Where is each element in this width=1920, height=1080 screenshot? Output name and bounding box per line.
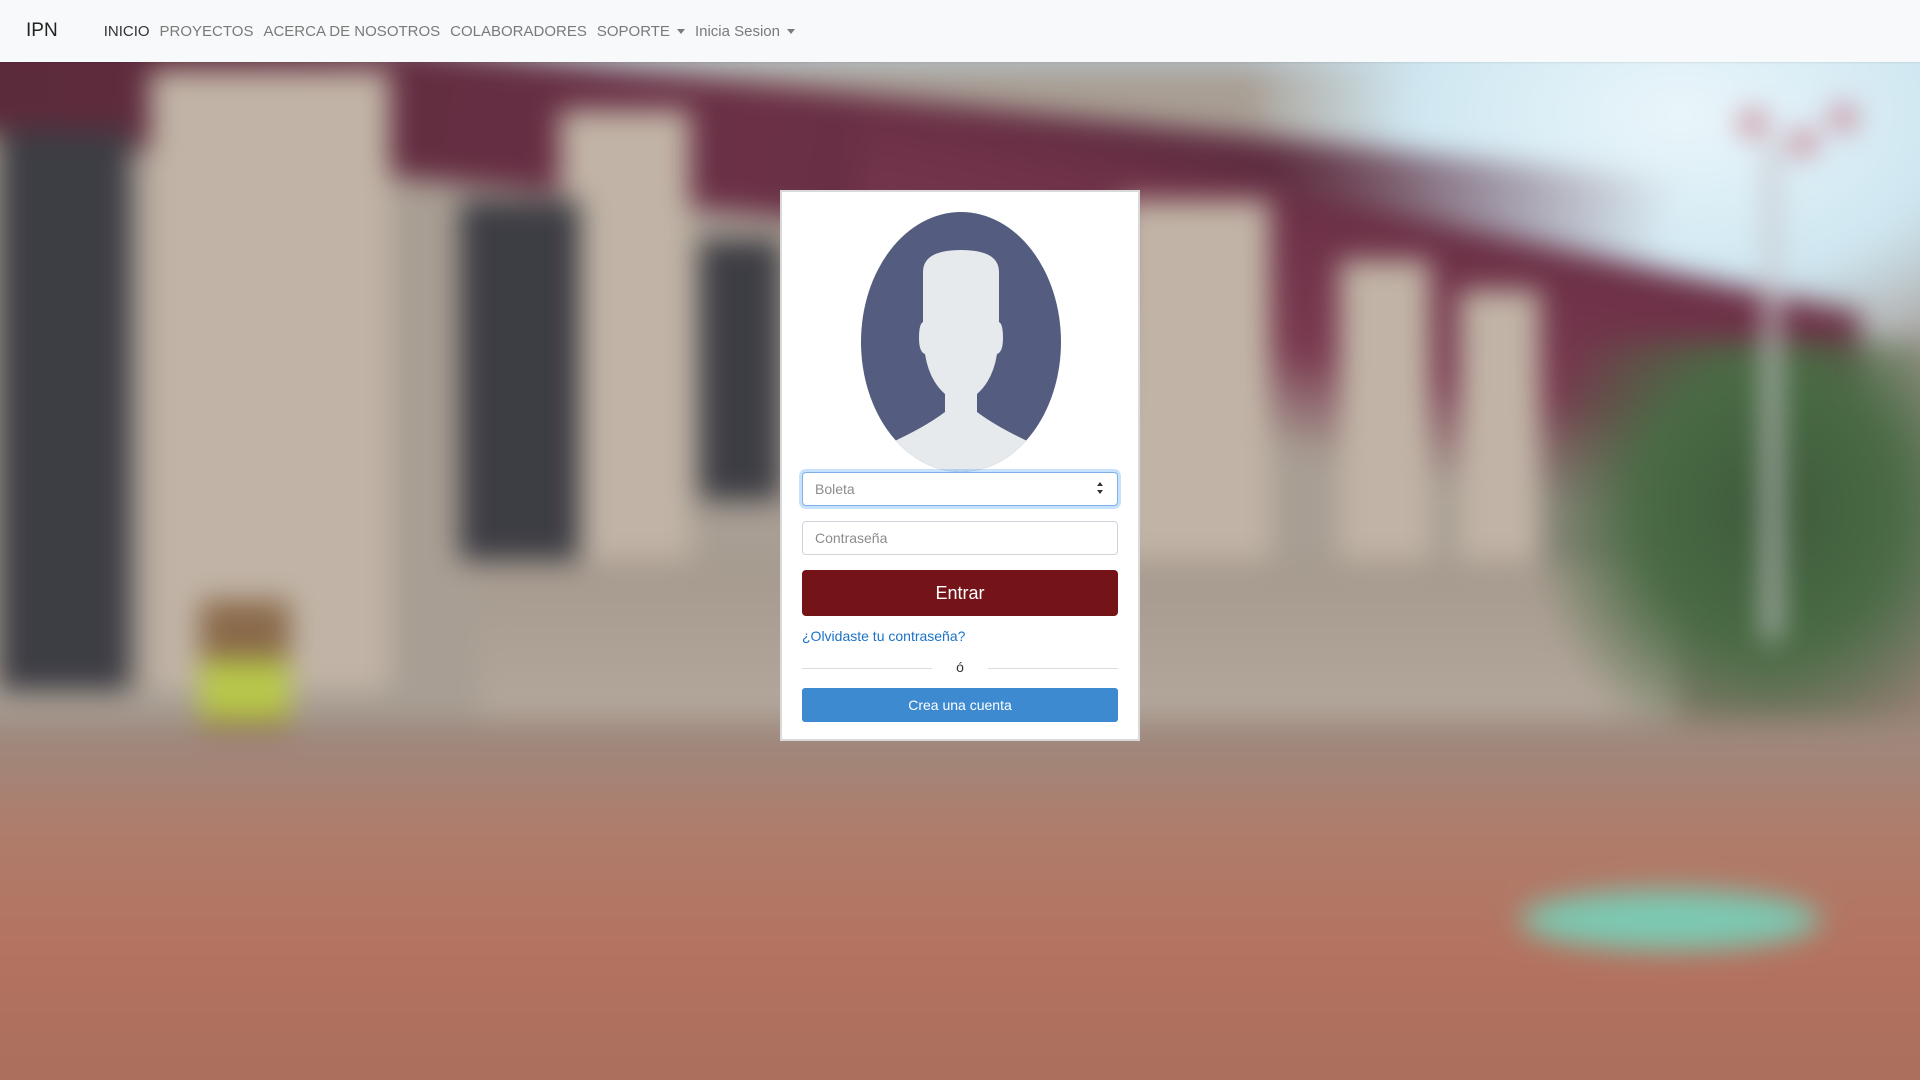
- divider-line-right: [988, 668, 1118, 669]
- nav-acerca[interactable]: ACERCA DE NOSOTROS: [263, 23, 440, 40]
- nav-colaboradores[interactable]: COLABORADORES: [450, 23, 587, 40]
- forgot-password-link[interactable]: ¿Olvidaste tu contraseña?: [802, 628, 965, 644]
- nav-soporte-label: SOPORTE: [596, 22, 670, 40]
- nav-colaboradores-label: COLABORADORES: [450, 22, 587, 40]
- caret-down-icon: [787, 28, 795, 34]
- nav-inicia-sesion-label: Inicia Sesion: [694, 22, 780, 40]
- enter-button[interactable]: Entrar: [802, 570, 1118, 616]
- nav-proyectos-label: PROYECTOS: [159, 22, 254, 40]
- divider-text: ó: [956, 659, 964, 675]
- nav-acerca-label: ACERCA DE NOSOTROS: [263, 22, 441, 40]
- create-account-button[interactable]: Crea una cuenta: [802, 688, 1118, 722]
- nav-inicio[interactable]: INICIO: [104, 23, 150, 40]
- boleta-input[interactable]: [802, 472, 1118, 506]
- top-navbar: IPN INICIO PROYECTOS ACERCA DE NOSOTROS …: [0, 0, 1920, 62]
- nav-inicio-label: INICIO: [103, 22, 150, 40]
- nav-inicia-sesion-dropdown[interactable]: Inicia Sesion: [695, 23, 795, 40]
- brand-logo[interactable]: IPN: [26, 20, 58, 42]
- caret-down-icon: [676, 28, 685, 34]
- number-spinner-icon[interactable]: [1096, 481, 1104, 495]
- or-divider: ó: [802, 658, 1118, 678]
- login-card: Entrar ¿Olvidaste tu contraseña? ó Crea …: [780, 190, 1140, 741]
- password-input[interactable]: [802, 521, 1118, 555]
- nav-soporte-dropdown[interactable]: SOPORTE: [597, 23, 685, 40]
- user-silhouette-icon: [861, 212, 1061, 472]
- nav-proyectos[interactable]: PROYECTOS: [160, 23, 254, 40]
